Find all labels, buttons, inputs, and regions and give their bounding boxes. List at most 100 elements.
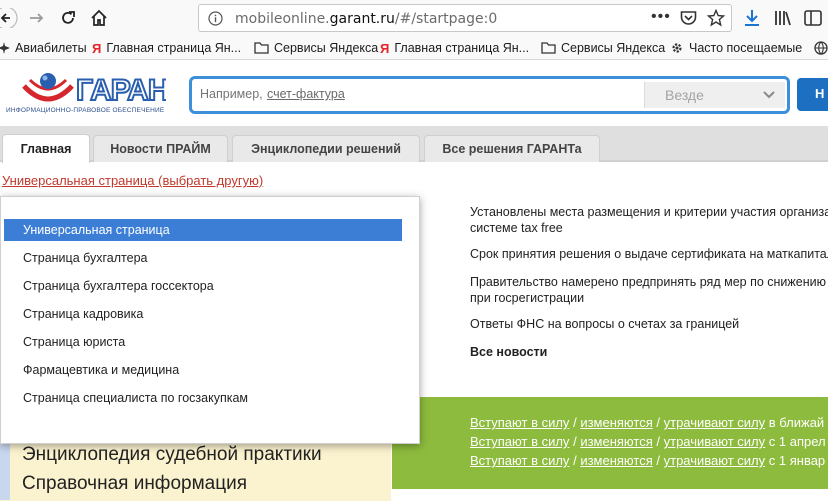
bookmark-item[interactable]: Я Главная страница Ян...	[92, 39, 241, 57]
tab-prime-news[interactable]: Новости ПРАЙМ	[93, 135, 228, 162]
url-text[interactable]: mobileonline.garant.ru/#/startpage:0	[235, 11, 497, 27]
legal-changes-row: Вступают в силу / изменяются / утрачиваю…	[470, 434, 826, 449]
yandex-icon: Я	[92, 40, 102, 56]
folder-icon	[541, 42, 556, 54]
link-enter[interactable]: Вступают в силу	[470, 434, 569, 449]
all-news-link[interactable]: Все новости	[470, 344, 828, 360]
legal-changes-panel: Вступают в силу / изменяются / утрачиваю…	[392, 397, 828, 489]
tab-label: Новости ПРАЙМ	[110, 142, 211, 156]
bookmark-label: Авиабилеты	[15, 41, 87, 55]
page-selector-link[interactable]: Универсальная страница (выбрать другую)	[2, 173, 263, 188]
link-enter[interactable]: Вступают в силу	[470, 415, 569, 430]
bookmark-label: Часто посещаемые	[689, 41, 803, 55]
dropdown-item-universal[interactable]: Универсальная страница	[4, 219, 402, 241]
page-type-dropdown: Универсальная страница Страница бухгалте…	[0, 196, 420, 444]
star-icon[interactable]	[707, 9, 725, 27]
url-prefix: mobileonline.	[235, 11, 330, 27]
link-change[interactable]: изменяются	[580, 453, 652, 468]
left-panel-item[interactable]: Энциклопедия судебной практики	[22, 444, 322, 466]
bookmark-item[interactable]: Сервисы Яндекса	[541, 39, 665, 57]
garant-logo-wordmark[interactable]: ГАРАНТ	[74, 70, 166, 106]
separator: /	[573, 453, 577, 468]
bookmark-item[interactable]	[814, 39, 828, 57]
separator: /	[573, 415, 577, 430]
search-box[interactable]: счет-фактура Везде	[189, 76, 790, 114]
url-domain: garant.ru	[329, 11, 395, 27]
bookmark-item[interactable]: Авиабилеты	[0, 39, 87, 57]
link-expire[interactable]: утрачивают силу	[664, 415, 766, 430]
tab-encyclopedias[interactable]: Энциклопедии решений	[232, 135, 420, 162]
tab-main[interactable]: Главная	[2, 134, 90, 163]
separator: /	[656, 415, 660, 430]
folder-icon	[254, 42, 269, 54]
bookmark-item[interactable]: Часто посещаемые	[670, 39, 802, 57]
url-path: /#/startpage:0	[394, 11, 498, 27]
link-change[interactable]: изменяются	[580, 434, 652, 449]
period-label: с 1 январ	[768, 453, 826, 468]
airplane-icon	[0, 42, 10, 54]
globe-icon	[814, 41, 828, 55]
reload-button[interactable]	[56, 6, 80, 30]
yandex-icon: Я	[380, 40, 390, 56]
dropdown-item-public-accountant[interactable]: Страница бухгалтера госсектора	[4, 275, 402, 297]
back-button[interactable]	[0, 6, 22, 30]
search-button-label: Н	[815, 86, 825, 101]
link-change[interactable]: изменяются	[580, 415, 652, 430]
search-scope-select[interactable]: Везде	[644, 82, 785, 108]
tab-label: Все решения ГАРАНТа	[442, 142, 582, 156]
news-line: Правительство намерено предпринять ряд м…	[470, 275, 828, 289]
browser-toolbar: mobileonline.garant.ru/#/startpage:0 •••	[0, 0, 828, 36]
link-expire[interactable]: утрачивают силу	[664, 434, 766, 449]
link-enter[interactable]: Вступают в силу	[470, 453, 569, 468]
bookmark-label: Сервисы Яндекса	[274, 41, 379, 55]
bookmark-item[interactable]: Я Главная страница Ян...	[380, 39, 529, 57]
logo-word-text: ГАРАНТ	[76, 74, 166, 106]
dropdown-item-hr[interactable]: Страница кадровика	[4, 303, 402, 325]
link-expire[interactable]: утрачивают силу	[664, 453, 766, 468]
forward-button[interactable]	[24, 6, 48, 30]
dropdown-item-pharma[interactable]: Фармацевтика и медицина	[4, 359, 402, 381]
separator: /	[656, 453, 660, 468]
tab-all-solutions[interactable]: Все решения ГАРАНТа	[424, 135, 600, 162]
separator: /	[656, 434, 660, 449]
gear-icon	[672, 43, 682, 53]
search-input[interactable]	[200, 84, 640, 104]
search-scope-label: Везде	[665, 87, 704, 103]
garant-logo-icon[interactable]	[22, 72, 74, 106]
news-item[interactable]: Срок принятия решения о выдаче сертифика…	[470, 246, 828, 262]
reload-icon	[62, 11, 75, 24]
address-bar[interactable]: mobileonline.garant.ru/#/startpage:0 •••	[198, 4, 732, 32]
info-icon[interactable]	[208, 11, 223, 26]
tab-label: Главная	[20, 142, 72, 156]
search-example-link[interactable]: счет-фактура	[267, 87, 345, 101]
search-button[interactable]: Н	[797, 78, 828, 111]
logo-subtitle: ИНФОРМАЦИОННО-ПРАВОВОЕ ОБЕСПЕЧЕНИЕ	[6, 107, 165, 114]
dropdown-item-lawyer[interactable]: Страница юриста	[4, 331, 402, 353]
dropdown-item-accountant[interactable]: Страница бухгалтера	[4, 247, 402, 269]
bookmark-label: Главная страница Ян...	[394, 41, 530, 55]
news-item[interactable]: Ответы ФНС на вопросы о счетах за границ…	[470, 316, 828, 332]
tab-label: Энциклопедии решений	[251, 142, 401, 156]
news-item[interactable]: Установлены места размещения и критерии …	[470, 204, 828, 236]
news-line: Установлены места размещения и критерии …	[470, 205, 828, 219]
dropdown-item-procurement[interactable]: Страница специалиста по госзакупкам	[4, 387, 402, 409]
news-line: системе tax free	[470, 221, 563, 235]
bookmark-item[interactable]: Сервисы Яндекса	[254, 39, 378, 57]
news-line: Ответы ФНС на вопросы о счетах за границ…	[470, 317, 740, 331]
library-icon[interactable]	[774, 9, 792, 27]
period-label: в ближай	[768, 415, 825, 430]
sidebar-icon[interactable]	[804, 9, 822, 27]
bookmarks-bar: Авиабилеты Я Главная страница Ян... Серв…	[0, 36, 828, 60]
news-line: Срок принятия решения о выдаче сертифика…	[470, 247, 828, 261]
news-item[interactable]: Правительство намерено предпринять ряд м…	[470, 274, 828, 306]
page-actions-icon[interactable]: •••	[651, 8, 671, 26]
bookmark-label: Главная страница Ян...	[106, 41, 242, 55]
period-label: с 1 апрел	[768, 434, 826, 449]
download-icon[interactable]	[744, 9, 760, 27]
home-icon	[91, 9, 107, 26]
legal-changes-row: Вступают в силу / изменяются / утрачиваю…	[470, 415, 824, 430]
left-panel-item[interactable]: Справочная информация	[22, 473, 247, 495]
pocket-icon[interactable]	[680, 10, 697, 26]
forward-arrow-icon	[30, 13, 44, 23]
home-button[interactable]	[87, 6, 111, 30]
